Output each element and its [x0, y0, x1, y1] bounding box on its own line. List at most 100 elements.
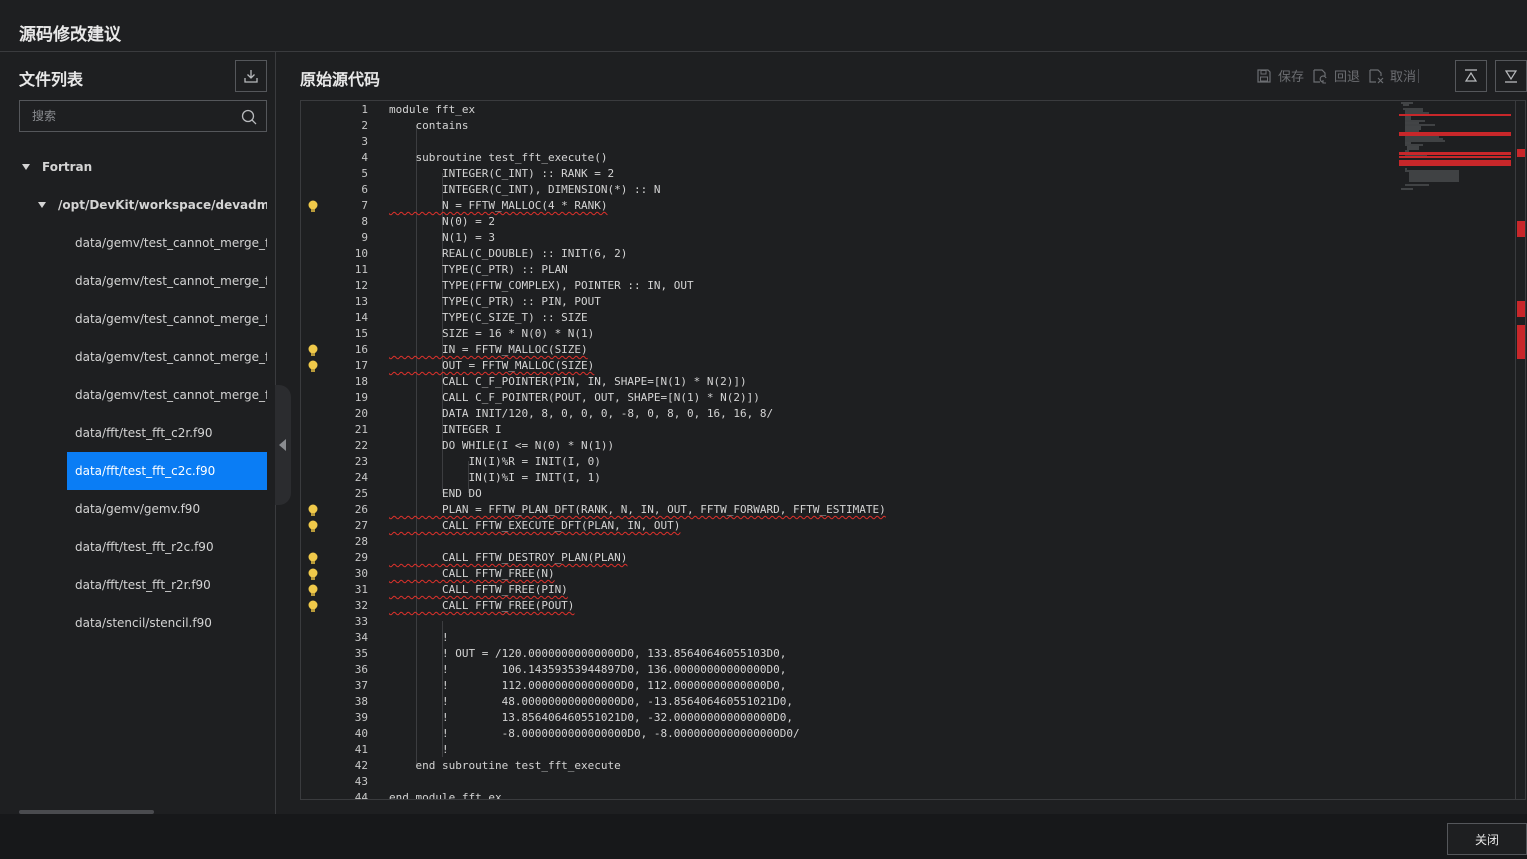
tree-group-fortran[interactable]: Fortran: [22, 148, 267, 186]
code-line[interactable]: 25 END DO: [301, 486, 1401, 502]
tree-file-item[interactable]: data/gemv/test_cannot_merge_for_i: [75, 300, 267, 338]
tree-group-path[interactable]: /opt/DevKit/workspace/devadmin/at: [38, 186, 267, 224]
editor-scrollbar[interactable]: [1515, 101, 1525, 800]
lightbulb-icon[interactable]: [307, 360, 319, 373]
code-line[interactable]: 42 end subroutine test_fft_execute: [301, 758, 1401, 774]
code-line[interactable]: 35 ! OUT = /120.00000000000000D0, 133.85…: [301, 646, 1401, 662]
lightbulb-icon[interactable]: [307, 520, 319, 533]
code-minimap[interactable]: [1399, 101, 1511, 201]
code-line[interactable]: 8 N(0) = 2: [301, 214, 1401, 230]
tree-file-item[interactable]: data/gemv/gemv.f90: [75, 490, 267, 528]
lightbulb-icon[interactable]: [307, 504, 319, 517]
tree-file-item[interactable]: data/gemv/test_cannot_merge_for_c: [75, 338, 267, 376]
tree-file-item[interactable]: data/stencil/stencil.f90: [75, 604, 267, 642]
collapse-panel-handle[interactable]: [275, 385, 291, 505]
code-line[interactable]: 29 CALL FFTW_DESTROY_PLAN(PLAN): [301, 550, 1401, 566]
code-line[interactable]: 10 REAL(C_DOUBLE) :: INIT(6, 2): [301, 246, 1401, 262]
code-line[interactable]: 5 INTEGER(C_INT) :: RANK = 2: [301, 166, 1401, 182]
code-text: IN = FFTW_MALLOC(SIZE): [389, 343, 588, 356]
tree-file-item[interactable]: data/gemv/test_cannot_merge_for_l: [75, 224, 267, 262]
source-actions: 保存 回退 取消: [1256, 66, 1427, 85]
code-line[interactable]: 6 INTEGER(C_INT), DIMENSION(*) :: N: [301, 182, 1401, 198]
tree-file-item[interactable]: data/gemv/test_cannot_merge_for_i: [75, 262, 267, 300]
line-number: 9: [361, 231, 368, 244]
code-line[interactable]: 41 !: [301, 742, 1401, 758]
lightbulb-icon[interactable]: [307, 200, 319, 213]
line-number: 37: [354, 679, 368, 692]
tree-file-item[interactable]: data/fft/test_fft_c2r.f90: [75, 414, 267, 452]
tree-file-item[interactable]: data/gemv/test_cannot_merge_for_l: [75, 376, 267, 414]
download-button[interactable]: [235, 60, 267, 92]
code-line[interactable]: 17 OUT = FFTW_MALLOC(SIZE): [301, 358, 1401, 374]
code-line[interactable]: 13 TYPE(C_PTR) :: PIN, POUT: [301, 294, 1401, 310]
code-line[interactable]: 9 N(1) = 3: [301, 230, 1401, 246]
lightbulb-icon[interactable]: [307, 552, 319, 565]
code-text: OUT = FFTW_MALLOC(SIZE): [389, 359, 595, 372]
previous-diff-button[interactable]: [1455, 60, 1487, 92]
code-line[interactable]: 23 IN(I)%R = INIT(I, 0): [301, 454, 1401, 470]
save-button[interactable]: 保存: [1256, 66, 1304, 85]
code-text: CALL C_F_POINTER(POUT, OUT, SHAPE=[N(1) …: [389, 391, 760, 404]
code-line[interactable]: 19 CALL C_F_POINTER(POUT, OUT, SHAPE=[N(…: [301, 390, 1401, 406]
code-line[interactable]: 33: [301, 614, 1401, 630]
code-line[interactable]: 4 subroutine test_fft_execute(): [301, 150, 1401, 166]
save-label: 保存: [1278, 70, 1305, 85]
tree-file-item[interactable]: data/fft/test_fft_r2r.f90: [75, 566, 267, 604]
code-editor[interactable]: 1 module fft_ex 2 contains 3 4 subroutine te…: [300, 100, 1526, 800]
tree-file-item[interactable]: data/fft/test_fft_r2c.f90: [75, 528, 267, 566]
code-line[interactable]: 16 IN = FFTW_MALLOC(SIZE): [301, 342, 1401, 358]
code-line[interactable]: 34 !: [301, 630, 1401, 646]
search-icon[interactable]: [240, 108, 258, 126]
line-number: 21: [354, 423, 368, 436]
code-text: IN(I)%I = INIT(I, 1): [389, 471, 601, 484]
lightbulb-icon[interactable]: [307, 584, 319, 597]
tree-file-item[interactable]: data/fft/test_fft_c2c.f90: [67, 452, 267, 490]
code-line[interactable]: 28: [301, 534, 1401, 550]
code-line[interactable]: 31 CALL FFTW_FREE(PIN): [301, 582, 1401, 598]
revert-button[interactable]: 回退: [1312, 66, 1360, 85]
lightbulb-icon[interactable]: [307, 600, 319, 613]
code-line[interactable]: 18 CALL C_F_POINTER(PIN, IN, SHAPE=[N(1)…: [301, 374, 1401, 390]
code-line[interactable]: 7 N = FFTW_MALLOC(4 * RANK): [301, 198, 1401, 214]
code-line[interactable]: 15 SIZE = 16 * N(0) * N(1): [301, 326, 1401, 342]
next-diff-button[interactable]: [1495, 60, 1527, 92]
code-line[interactable]: 39 ! 13.856406460551021D0, -32.000000000…: [301, 710, 1401, 726]
close-button[interactable]: 关闭: [1447, 823, 1527, 855]
search-input[interactable]: [20, 101, 230, 131]
code-line[interactable]: 26 PLAN = FFTW_PLAN_DFT(RANK, N, IN, OUT…: [301, 502, 1401, 518]
code-line[interactable]: 38 ! 48.000000000000000D0, -13.856406460…: [301, 694, 1401, 710]
tree-item-label: data/gemv/test_cannot_merge_for_i: [75, 274, 267, 288]
code-line[interactable]: 12 TYPE(FFTW_COMPLEX), POINTER :: IN, OU…: [301, 278, 1401, 294]
cancel-button[interactable]: 取消: [1368, 66, 1420, 85]
code-line[interactable]: 30 CALL FFTW_FREE(N): [301, 566, 1401, 582]
code-line[interactable]: 21 INTEGER I: [301, 422, 1401, 438]
line-number: 30: [354, 567, 368, 580]
code-line[interactable]: 14 TYPE(C_SIZE_T) :: SIZE: [301, 310, 1401, 326]
caret-down-icon[interactable]: [22, 164, 30, 170]
code-line[interactable]: 22 DO WHILE(I <= N(0) * N(1)): [301, 438, 1401, 454]
code-text: ! OUT = /120.00000000000000D0, 133.85640…: [389, 647, 787, 660]
code-line[interactable]: 36 ! 106.14359353944897D0, 136.000000000…: [301, 662, 1401, 678]
code-line[interactable]: 27 CALL FFTW_EXECUTE_DFT(PLAN, IN, OUT): [301, 518, 1401, 534]
lightbulb-icon[interactable]: [307, 568, 319, 581]
code-line[interactable]: 40 ! -8.0000000000000000D0, -8.000000000…: [301, 726, 1401, 742]
code-line[interactable]: 20 DATA INIT/120, 8, 0, 0, 0, -8, 0, 8, …: [301, 406, 1401, 422]
line-number: 8: [361, 215, 368, 228]
caret-down-icon[interactable]: [38, 202, 46, 208]
code-line[interactable]: 44 end module fft_ex: [301, 790, 1401, 799]
lightbulb-icon[interactable]: [307, 344, 319, 357]
code-line[interactable]: 43: [301, 774, 1401, 790]
code-line[interactable]: 24 IN(I)%I = INIT(I, 1): [301, 470, 1401, 486]
code-line[interactable]: 1 module fft_ex: [301, 102, 1401, 118]
code-line[interactable]: 2 contains: [301, 118, 1401, 134]
tree-item-label: data/stencil/stencil.f90: [75, 616, 212, 630]
code-line[interactable]: 11 TYPE(C_PTR) :: PLAN: [301, 262, 1401, 278]
code-line[interactable]: 37 ! 112.00000000000000D0, 112.000000000…: [301, 678, 1401, 694]
tree-item-label: data/fft/test_fft_c2c.f90: [75, 464, 216, 478]
code-text: DO WHILE(I <= N(0) * N(1)): [389, 439, 615, 452]
line-number: 31: [354, 583, 368, 596]
line-number: 7: [361, 199, 368, 212]
code-line[interactable]: 3: [301, 134, 1401, 150]
file-list-title: 文件列表: [19, 70, 84, 89]
code-line[interactable]: 32 CALL FFTW_FREE(POUT): [301, 598, 1401, 614]
